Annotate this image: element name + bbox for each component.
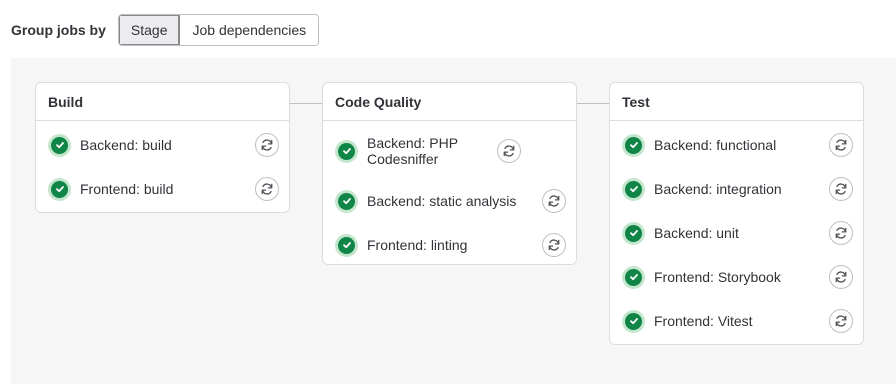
job-item[interactable]: Backend: unit	[610, 211, 863, 255]
group-by-stage-button[interactable]: Stage	[118, 15, 181, 45]
check-circle-icon	[622, 177, 645, 201]
retry-icon	[835, 315, 847, 327]
group-by-toolbar: Group jobs by Stage Job dependencies	[11, 14, 320, 46]
job-name: Backend: unit	[654, 225, 739, 241]
retry-button[interactable]	[829, 309, 853, 333]
retry-button[interactable]	[255, 177, 279, 201]
check-circle-icon	[622, 309, 645, 333]
check-circle-icon	[622, 265, 645, 289]
job-name: Frontend: Vitest	[654, 313, 753, 329]
group-by-label: Group jobs by	[11, 22, 106, 38]
group-by-job-dependencies-button[interactable]: Job dependencies	[180, 15, 319, 45]
check-circle-icon	[622, 221, 645, 245]
retry-button[interactable]	[829, 133, 853, 157]
retry-icon	[261, 139, 273, 151]
job-item[interactable]: Frontend: Storybook	[610, 255, 863, 299]
retry-button[interactable]	[829, 221, 853, 245]
job-name: Frontend: Storybook	[654, 269, 781, 285]
stage-code-quality: Code Quality Backend: PHP Codesniffer Ba…	[322, 82, 577, 265]
job-name: Backend: build	[80, 137, 172, 153]
check-circle-icon	[335, 233, 358, 257]
retry-icon	[835, 139, 847, 151]
stage-title: Build	[36, 83, 289, 121]
stage-build: Build Backend: build Frontend: build	[35, 82, 290, 213]
job-item[interactable]: Frontend: Vitest	[610, 299, 863, 343]
job-item[interactable]: Backend: build	[36, 123, 289, 167]
job-name: Frontend: build	[80, 181, 174, 197]
job-item[interactable]: Backend: integration	[610, 167, 863, 211]
retry-icon	[548, 239, 560, 251]
retry-button[interactable]	[829, 265, 853, 289]
job-item[interactable]: Frontend: build	[36, 167, 289, 211]
check-circle-icon	[335, 139, 358, 163]
pipeline-graph: Build Backend: build Frontend: build Cod…	[11, 58, 896, 384]
job-name: Backend: PHP Codesniffer	[367, 135, 458, 167]
check-circle-icon	[48, 177, 71, 201]
retry-button[interactable]	[497, 139, 521, 163]
job-item[interactable]: Backend: static analysis	[323, 179, 576, 223]
group-by-toggle: Stage Job dependencies	[117, 14, 320, 46]
retry-icon	[548, 195, 560, 207]
stage-title: Test	[610, 83, 863, 121]
retry-button[interactable]	[829, 177, 853, 201]
job-name: Backend: functional	[654, 137, 777, 153]
retry-button[interactable]	[542, 233, 566, 257]
job-name: Backend: integration	[654, 181, 782, 197]
check-circle-icon	[622, 133, 645, 157]
check-circle-icon	[335, 189, 358, 213]
retry-icon	[503, 145, 515, 157]
retry-icon	[835, 183, 847, 195]
stage-title: Code Quality	[323, 83, 576, 121]
retry-icon	[261, 183, 273, 195]
job-item[interactable]: Backend: PHP Codesniffer	[323, 123, 576, 179]
job-name: Frontend: linting	[367, 237, 468, 253]
retry-icon	[835, 271, 847, 283]
check-circle-icon	[48, 133, 71, 157]
stage-connector	[290, 103, 322, 104]
job-item[interactable]: Frontend: linting	[323, 223, 576, 267]
stage-connector	[577, 103, 609, 104]
retry-icon	[835, 227, 847, 239]
retry-button[interactable]	[542, 189, 566, 213]
job-item[interactable]: Backend: functional	[610, 123, 863, 167]
retry-button[interactable]	[255, 133, 279, 157]
job-name: Backend: static analysis	[367, 193, 517, 209]
stage-test: Test Backend: functional Backend: integr…	[609, 82, 864, 345]
